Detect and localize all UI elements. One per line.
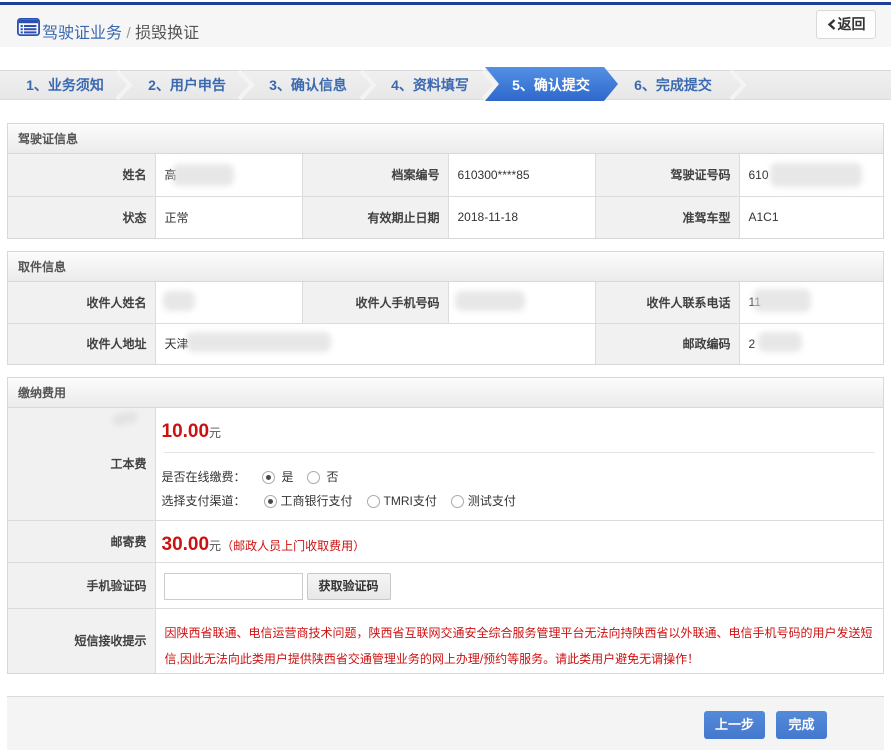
svg-text:1、业务须知: 1、业务须知: [26, 77, 104, 93]
svg-text:6、完成提交: 6、完成提交: [634, 77, 712, 93]
svg-text:2、用户申告: 2、用户申告: [148, 77, 226, 93]
svg-text:4、资料填写: 4、资料填写: [391, 77, 469, 93]
svg-text:5、确认提交: 5、确认提交: [512, 77, 590, 93]
svg-text:3、确认信息: 3、确认信息: [269, 77, 347, 93]
